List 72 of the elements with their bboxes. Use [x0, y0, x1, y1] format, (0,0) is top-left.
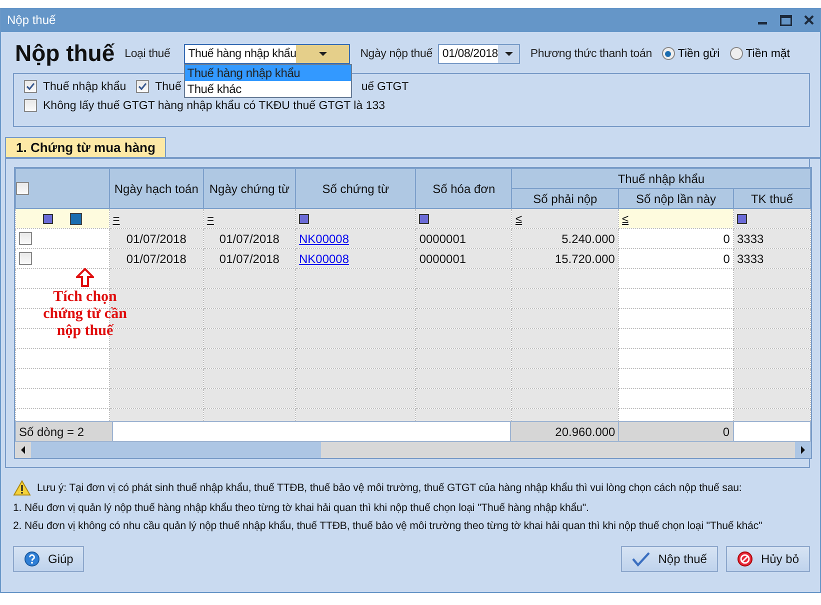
- help-icon: [24, 551, 40, 567]
- table-cell: 0: [723, 252, 730, 266]
- checkbox[interactable]: [136, 80, 150, 93]
- radio-option[interactable]: Tiền gửi: [662, 47, 720, 60]
- help-button[interactable]: Giúp: [13, 546, 84, 572]
- table-cell: 3333: [736, 232, 764, 246]
- table-cell: 5.240.000: [562, 232, 615, 246]
- dropdown-option[interactable]: Thuế khác: [185, 80, 352, 96]
- table-cell: 3333: [736, 252, 764, 266]
- cancel-icon: [736, 551, 753, 567]
- filter-operator[interactable]: ≤: [622, 212, 629, 226]
- left-arrow-icon[interactable]: [21, 446, 25, 454]
- checkbox[interactable]: [24, 80, 37, 93]
- annotation-text: Tích chọn chứng từ cần nộp thuế: [42, 289, 128, 340]
- column-header[interactable]: Số hóa đơn: [416, 168, 512, 208]
- filter-operator[interactable]: =: [206, 212, 214, 226]
- total-cell: 20.960.000: [555, 424, 616, 438]
- filter-icon[interactable]: [419, 214, 430, 224]
- table-cell: 01/07/2018: [219, 252, 280, 266]
- warning-text: Lưu ý: Tại đơn vị có phát sinh thuế nhập khẩu, thuế TTĐB, thuế bảo vệ môi trường, thuế GTGT của hàng nhập khẩu thì vui lòng chọn cách nộp thuế sau:: [37, 482, 742, 494]
- caret-icon: [318, 52, 327, 56]
- checkbox[interactable]: [19, 232, 32, 245]
- checkbox-option[interactable]: Thuế nhập khẩu: [24, 80, 126, 93]
- checkbox[interactable]: [16, 182, 29, 195]
- checkmark-icon: [632, 551, 650, 567]
- right-arrow-icon[interactable]: [801, 446, 805, 454]
- filter-icon[interactable]: [43, 214, 54, 224]
- column-header[interactable]: Số nộp lần này: [618, 188, 734, 208]
- column-header[interactable]: Số chứng từ: [295, 168, 416, 208]
- filter-icon[interactable]: [298, 214, 309, 224]
- option-label: uế GTGT: [361, 80, 409, 92]
- up-arrow-icon: [76, 268, 94, 287]
- payment-method-label: Phương thức thanh toán: [530, 48, 652, 60]
- column-group-header: Thuế nhập khẩu: [512, 168, 810, 188]
- horizontal-scrollbar[interactable]: [15, 442, 811, 458]
- cancel-button[interactable]: Hủy bỏ: [726, 546, 810, 572]
- note-text: 2. Nếu đơn vị không có nhu cầu quản lý nộp thuế nhập khẩu, thuế TTĐB, thuế bảo vệ môi trường theo từng tờ khai hải quan thì khi nộp thuế chọn loại "Thuế khác": [13, 520, 764, 532]
- table-cell: 01/07/2018: [126, 232, 186, 246]
- tab[interactable]: 1. Chứng từ mua hàng: [5, 137, 166, 157]
- warning-icon: [13, 480, 31, 496]
- checkbox-option[interactable]: Không lấy thuế GTGT hàng nhập khẩu có TKĐU thuế GTGT là 133: [24, 99, 386, 112]
- page-title: Nộp thuế: [15, 40, 115, 67]
- dropdown-option[interactable]: Thuế hàng nhập khẩu: [185, 64, 352, 80]
- radio-option[interactable]: Tiền mặt: [730, 47, 790, 60]
- tax-type-label: Loại thuế: [124, 48, 170, 60]
- column-header[interactable]: Ngày hạch toán: [109, 168, 204, 208]
- total-cell: 0: [722, 424, 730, 438]
- column-header[interactable]: Số phải nộp: [512, 188, 618, 208]
- table-cell: 15.720.000: [554, 252, 615, 266]
- filter-icon[interactable]: [736, 214, 747, 224]
- checkbox[interactable]: [19, 252, 32, 265]
- table-cell: 0000001: [419, 252, 466, 266]
- maximize-icon[interactable]: [780, 14, 792, 26]
- table-cell: 0: [723, 232, 730, 246]
- note-text: 1. Nếu đơn vị quản lý nộp thuế hàng nhập khẩu theo từng tờ khai hải quan thì khi nộp thuế chọn loại "Thuế hàng nhập khẩu".: [13, 502, 590, 514]
- table-cell: 01/07/2018: [126, 252, 186, 266]
- table-cell: 0000001: [419, 232, 466, 246]
- column-header[interactable]: TK thuế: [733, 188, 810, 208]
- filter-operator[interactable]: =: [112, 212, 120, 226]
- table-cell: 01/07/2018: [219, 232, 280, 246]
- filter-operator[interactable]: ≤: [515, 212, 522, 226]
- pay-date-label: Ngày nộp thuế: [360, 48, 432, 60]
- checkbox[interactable]: [24, 99, 37, 112]
- close-icon[interactable]: [804, 15, 814, 25]
- date-field[interactable]: 01/08/2018: [438, 44, 520, 64]
- row-count: Số dòng = 2: [16, 422, 113, 442]
- column-header[interactable]: Ngày chứng từ: [203, 168, 296, 208]
- submit-button[interactable]: Nộp thuế: [621, 546, 718, 572]
- checkbox-option[interactable]: Thuế: [136, 80, 182, 93]
- window-title: Nộp thuế: [7, 13, 57, 27]
- caret-icon: [504, 52, 513, 56]
- square-icon[interactable]: [70, 213, 82, 226]
